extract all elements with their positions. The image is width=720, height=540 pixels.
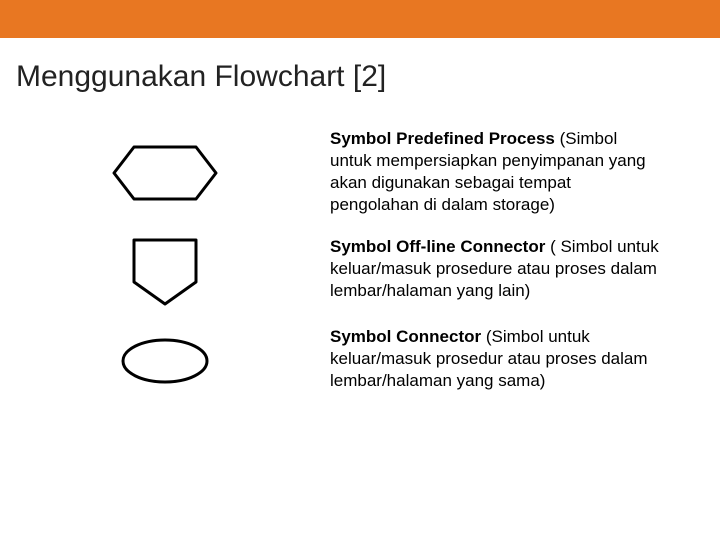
slide-title: Menggunakan Flowchart [2] bbox=[0, 38, 720, 94]
header-bar bbox=[0, 0, 720, 38]
symbol-text: Symbol Off-line Connector ( Simbol untuk… bbox=[330, 236, 720, 302]
symbol-row: Symbol Connector (Simbol untuk keluar/ma… bbox=[0, 326, 720, 396]
symbol-row: Symbol Predefined Process (Simbol untuk … bbox=[0, 128, 720, 218]
hexagon-icon bbox=[110, 141, 220, 205]
icon-column bbox=[0, 128, 330, 218]
symbol-name: Symbol Connector bbox=[330, 327, 481, 346]
symbol-text: Symbol Predefined Process (Simbol untuk … bbox=[330, 128, 720, 216]
pentagon-down-icon bbox=[128, 236, 202, 308]
icon-column bbox=[0, 326, 330, 396]
content-area: Symbol Predefined Process (Simbol untuk … bbox=[0, 94, 720, 396]
ellipse-icon bbox=[117, 335, 213, 387]
symbol-name: Symbol Predefined Process bbox=[330, 129, 555, 148]
symbol-name: Symbol Off-line Connector bbox=[330, 237, 545, 256]
symbol-row: Symbol Off-line Connector ( Simbol untuk… bbox=[0, 236, 720, 308]
symbol-text: Symbol Connector (Simbol untuk keluar/ma… bbox=[330, 326, 720, 392]
icon-column bbox=[0, 236, 330, 308]
